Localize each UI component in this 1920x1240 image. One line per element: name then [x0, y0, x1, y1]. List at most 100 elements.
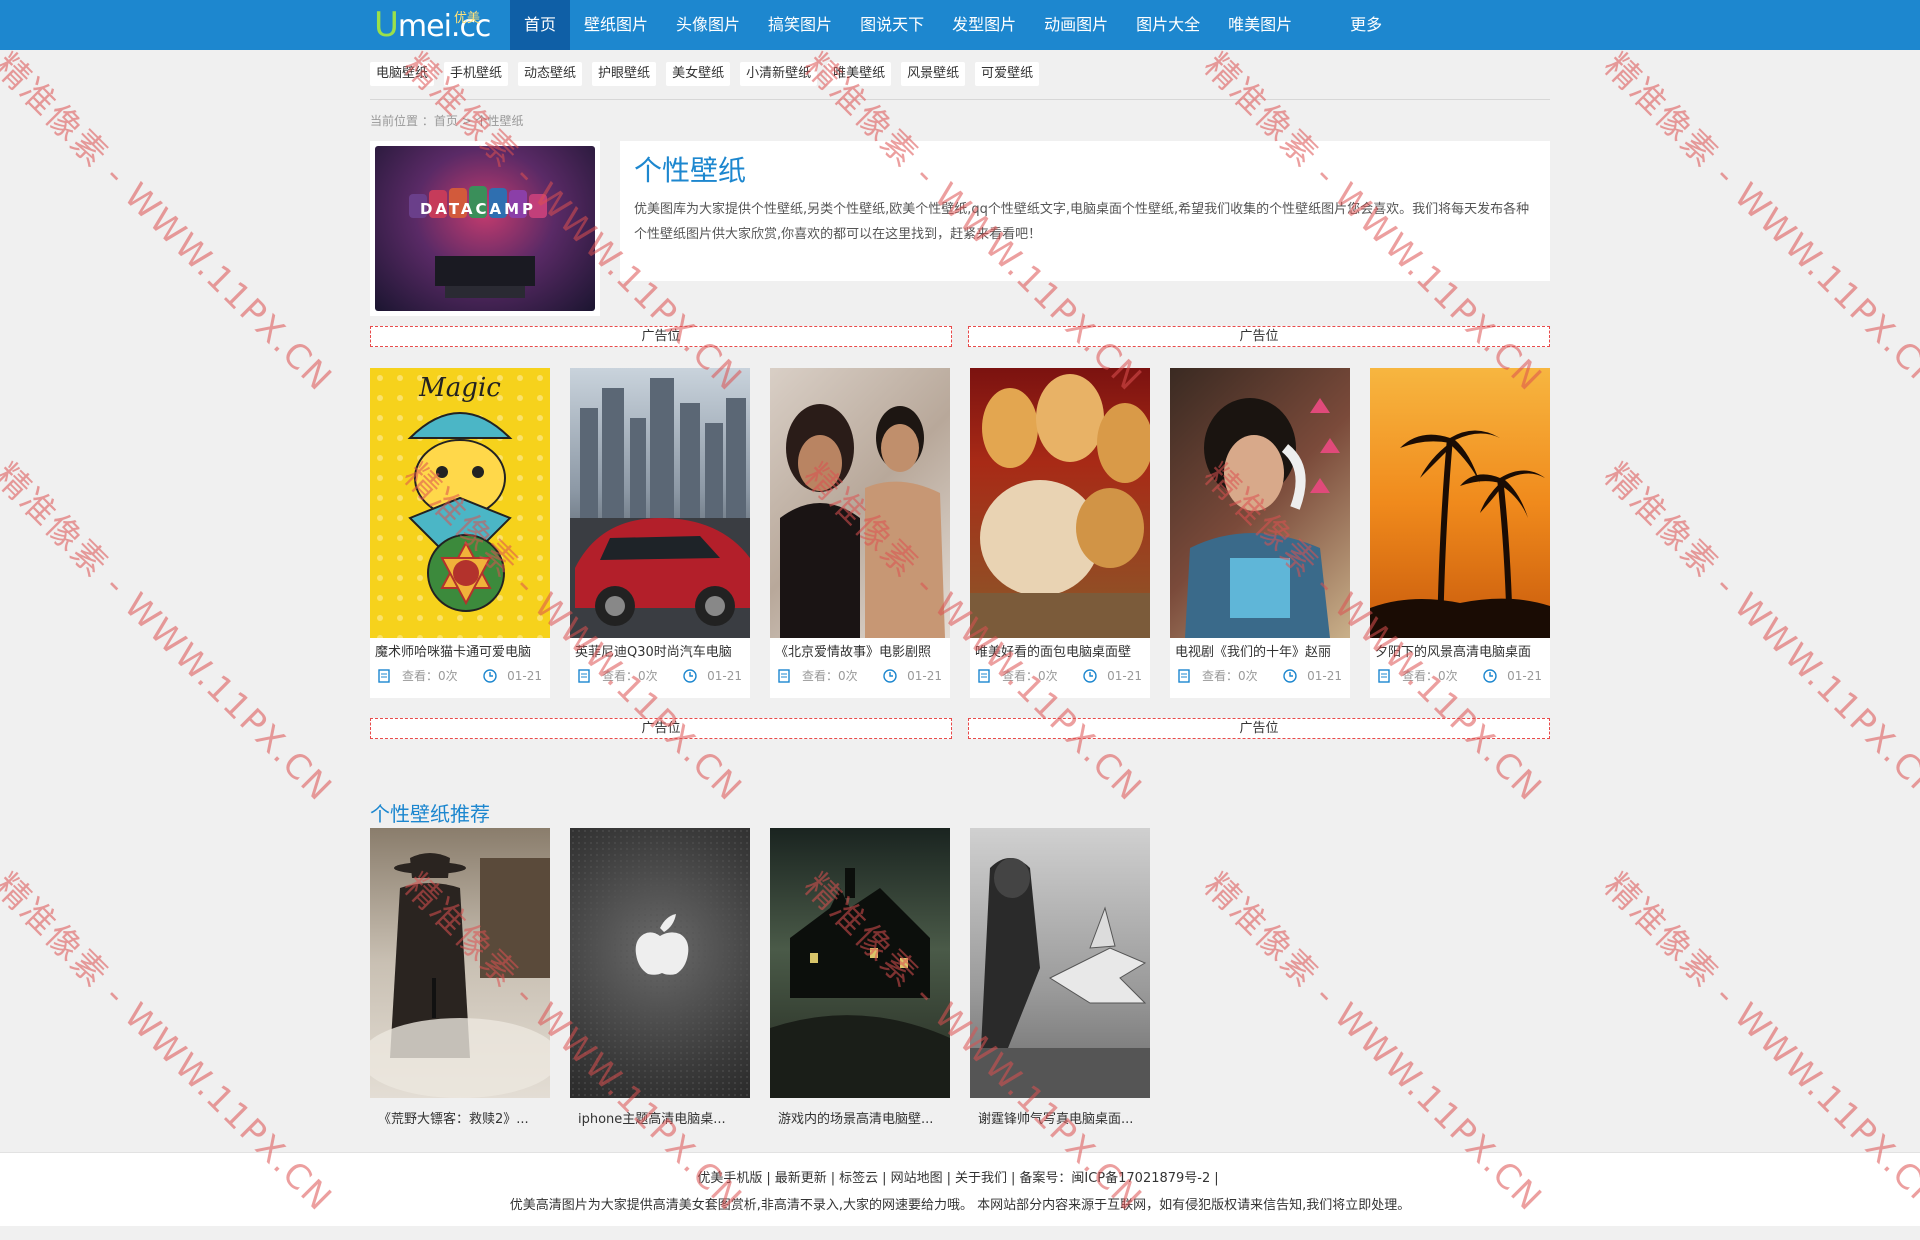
wallpaper-title[interactable]: 唯美好看的面包电脑桌面壁 — [970, 638, 1150, 663]
wallpaper-card[interactable]: 电视剧《我们的十年》赵丽 查看：0次 01-21 — [1170, 368, 1350, 698]
clock-icon — [1483, 668, 1497, 683]
wallpaper-meta: 查看：0次 01-21 — [1370, 663, 1550, 684]
footer-link-about[interactable]: 关于我们 — [955, 1171, 1007, 1186]
wallpaper-title[interactable]: 魔术师哈咪猫卡通可爱电脑 — [370, 638, 550, 663]
watermark: 精准像素 - WWW.11PX.CN — [1596, 45, 1920, 400]
page-title: 个性壁纸 — [634, 154, 747, 187]
views-icon — [1178, 668, 1190, 683]
views-icon — [978, 668, 990, 683]
recommend-title: 个性壁纸推荐 — [370, 802, 490, 826]
wallpaper-card[interactable]: 《北京爱情故事》电影剧照 查看：0次 01-21 — [770, 368, 950, 698]
apple-logo-icon — [570, 828, 750, 1098]
nav-item-avatar[interactable]: 头像图片 — [662, 0, 754, 50]
nav-item-wallpaper[interactable]: 壁纸图片 — [570, 0, 662, 50]
category-intro: 个性壁纸 优美图库为大家提供个性壁纸,另类个性壁纸,欧美个性壁纸,qq个性壁纸文… — [620, 141, 1550, 281]
publish-date: 01-21 — [907, 668, 942, 683]
category-thumbnail: DATACAMP — [370, 141, 600, 316]
tag-beauty-wallpaper[interactable]: 美女壁纸 — [666, 62, 731, 86]
clock-icon — [1283, 668, 1297, 683]
tag-pc-wallpaper[interactable]: 电脑壁纸 — [370, 62, 435, 86]
nav-item-funny[interactable]: 搞笑图片 — [754, 0, 846, 50]
tag-cute-wallpaper[interactable]: 可爱壁纸 — [975, 62, 1040, 86]
svg-text:Magic: Magic — [418, 373, 501, 403]
tag-aesthetic-wallpaper[interactable]: 唯美壁纸 — [827, 62, 892, 86]
nav-item-animation[interactable]: 动画图片 — [1030, 0, 1122, 50]
ad-slot-top-left[interactable]: 广告位 — [370, 326, 952, 347]
recommend-card-title[interactable]: iphone主题高清电脑桌... — [570, 1098, 750, 1127]
tag-dynamic-wallpaper[interactable]: 动态壁纸 — [518, 62, 583, 86]
ad-slot-top-right[interactable]: 广告位 — [968, 326, 1550, 347]
category-description: 优美图库为大家提供个性壁纸,另类个性壁纸,欧美个性壁纸,qq个性壁纸文字,电脑桌… — [634, 202, 1530, 242]
view-count: 查看：0次 — [602, 669, 658, 683]
recommend-image — [570, 828, 750, 1098]
publish-date: 01-21 — [507, 668, 542, 683]
tag-eye-care-wallpaper[interactable]: 护眼壁纸 — [592, 62, 657, 86]
nav-item-aesthetic[interactable]: 唯美图片 — [1214, 0, 1306, 50]
ad-slot-bottom-left[interactable]: 广告位 — [370, 718, 952, 739]
views-icon — [578, 668, 590, 683]
wallpaper-meta: 查看：0次 01-21 — [1170, 663, 1350, 684]
recommend-image — [970, 828, 1150, 1098]
wallpaper-card[interactable]: 英菲尼迪Q30时尚汽车电脑 查看：0次 01-21 — [570, 368, 750, 698]
logo-u: U — [374, 5, 399, 45]
footer-note: 优美高清图片为大家提供高清美女套图赏析,非高清不录入,大家的网速要给力哦。 本网… — [509, 1198, 1411, 1213]
footer-sep: | — [1214, 1171, 1219, 1186]
view-count: 查看：0次 — [1202, 669, 1258, 683]
tag-phone-wallpaper[interactable]: 手机壁纸 — [444, 62, 509, 86]
views-icon — [1378, 668, 1390, 683]
publish-date: 01-21 — [1107, 668, 1142, 683]
watermark: 精准像素 - WWW.11PX.CN — [0, 455, 341, 810]
site-logo[interactable]: Umei.cc 优美 — [374, 3, 491, 47]
footer-sep: | — [882, 1171, 887, 1186]
wallpaper-card[interactable]: 夕阳下的风景高清电脑桌面 查看：0次 01-21 — [1370, 368, 1550, 698]
wallpaper-title[interactable]: 《北京爱情故事》电影剧照 — [770, 638, 950, 663]
wallpaper-meta: 查看：0次 01-21 — [370, 663, 550, 684]
view-count: 查看：0次 — [1002, 669, 1058, 683]
views-icon — [378, 668, 390, 683]
clock-icon — [483, 668, 497, 683]
breadcrumb-current: 个性壁纸 — [475, 114, 524, 128]
wallpaper-meta: 查看：0次 01-21 — [770, 663, 950, 684]
recommend-card[interactable]: 谢霆锋帅气写真电脑桌面... — [970, 828, 1150, 1128]
footer-link-sitemap[interactable]: 网站地图 — [891, 1171, 943, 1186]
wallpaper-card[interactable]: 唯美好看的面包电脑桌面壁 查看：0次 01-21 — [970, 368, 1150, 698]
nav-item-world[interactable]: 图说天下 — [846, 0, 938, 50]
recommend-card-title[interactable]: 谢霆锋帅气写真电脑桌面... — [970, 1098, 1150, 1127]
nav-item-hairstyle[interactable]: 发型图片 — [938, 0, 1030, 50]
footer-link-latest[interactable]: 最新更新 — [775, 1171, 827, 1186]
footer-icp[interactable]: 备案号：闽ICP备17021879号-2 — [1019, 1171, 1210, 1186]
wallpaper-title[interactable]: 电视剧《我们的十年》赵丽 — [1170, 638, 1350, 663]
breadcrumb: 当前位置 ：首页 > 个性壁纸 — [370, 112, 524, 129]
site-footer: 优美手机版 | 最新更新 | 标签云 | 网站地图 | 关于我们 | 备案号：闽ICP备170218… — [0, 1152, 1920, 1226]
footer-link-mobile[interactable]: 优美手机版 — [697, 1171, 762, 1186]
publish-date: 01-21 — [1307, 668, 1342, 683]
wallpaper-image — [770, 368, 950, 638]
tag-scenery-wallpaper[interactable]: 风景壁纸 — [901, 62, 966, 86]
ad-slot-bottom-right[interactable]: 广告位 — [968, 718, 1550, 739]
tag-fresh-wallpaper[interactable]: 小清新壁纸 — [740, 62, 818, 86]
footer-links: 优美手机版 | 最新更新 | 标签云 | 网站地图 | 关于我们 | 备案号：闽ICP备170218… — [0, 1167, 1920, 1186]
wallpaper-meta: 查看：0次 01-21 — [970, 663, 1150, 684]
wallpaper-title[interactable]: 夕阳下的风景高清电脑桌面 — [1370, 638, 1550, 663]
recommend-card-title[interactable]: 游戏内的场景高清电脑壁... — [770, 1098, 950, 1127]
wallpaper-card[interactable]: Magic 魔术师哈咪猫卡通可爱电脑 查看：0次 01-21 — [370, 368, 550, 698]
wallpaper-image — [570, 368, 750, 638]
recommend-card[interactable]: 游戏内的场景高清电脑壁... — [770, 828, 950, 1128]
nav-item-more[interactable]: 更多 — [1336, 0, 1396, 50]
publish-date: 01-21 — [707, 668, 742, 683]
category-thumbnail-image: DATACAMP — [375, 146, 595, 311]
recommend-card[interactable]: 《荒野大镖客：救赎2》... — [370, 828, 550, 1128]
watermark: 精准像素 - WWW.11PX.CN — [1596, 455, 1920, 810]
datacamp-text: DATACAMP — [420, 200, 536, 218]
footer-link-tags[interactable]: 标签云 — [839, 1171, 878, 1186]
breadcrumb-home-link[interactable]: 首页 — [434, 114, 458, 128]
datacamp-art: DATACAMP — [409, 186, 547, 298]
breadcrumb-sep: > — [457, 114, 476, 128]
recommend-card-title[interactable]: 《荒野大镖客：救赎2》... — [370, 1098, 550, 1127]
divider — [370, 99, 1550, 100]
wallpaper-title[interactable]: 英菲尼迪Q30时尚汽车电脑 — [570, 638, 750, 663]
recommend-image — [770, 828, 950, 1098]
nav-item-home[interactable]: 首页 — [510, 0, 571, 50]
recommend-card[interactable]: iphone主题高清电脑桌... — [570, 828, 750, 1128]
nav-item-all[interactable]: 图片大全 — [1122, 0, 1214, 50]
